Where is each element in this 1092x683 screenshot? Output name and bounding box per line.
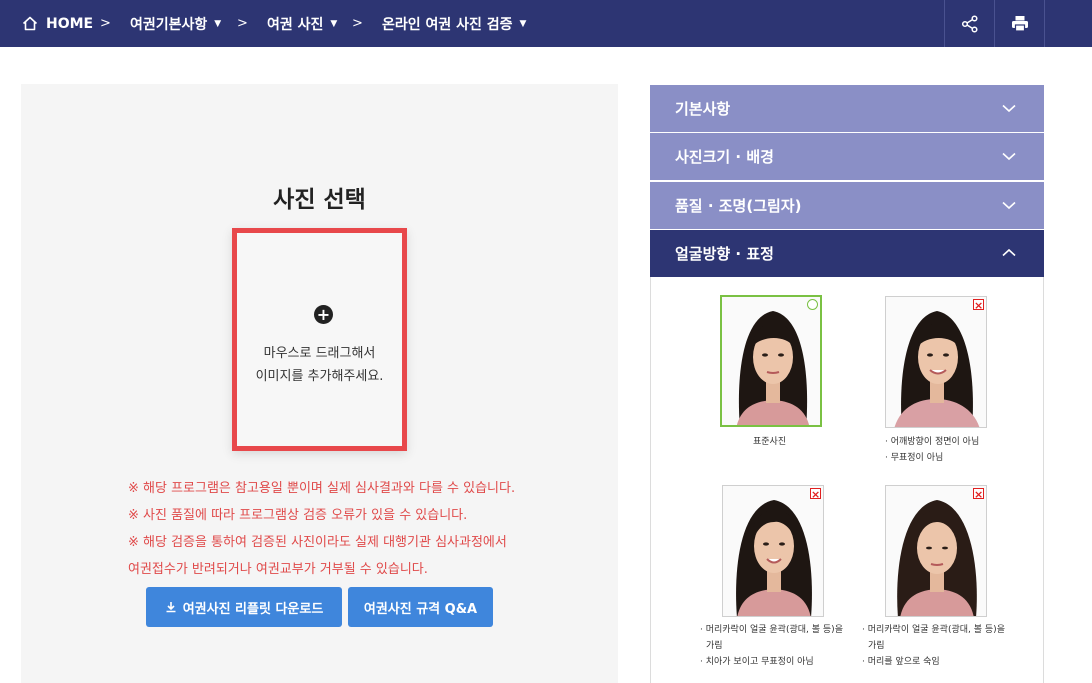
breadcrumb-label: 여권 사진 xyxy=(267,16,324,33)
accordion-quality-lighting[interactable]: 품질 · 조명(그림자) xyxy=(650,182,1044,229)
face-direction-panel: 표준사진 × · 어깨방향이 정면이 아님 · 무표정이 아님 × · 머리카락… xyxy=(650,277,1044,683)
top-navigation-bar: HOME > 여권기본사항 ▼ > 여권 사진 ▼ > 온라인 여권 사진 검증… xyxy=(0,0,1092,47)
caret-down-icon: ▼ xyxy=(214,18,222,29)
notice-text: ※ 해당 프로그램은 참고용일 뿐이며 실제 심사결과와 다를 수 있습니다. xyxy=(128,481,516,496)
portrait-image xyxy=(723,486,823,616)
example-caption: · 어깨방향이 정면이 아님 xyxy=(885,437,980,447)
chevron-up-icon xyxy=(1002,248,1016,257)
home-label: HOME xyxy=(46,15,94,32)
plus-circle-icon: + xyxy=(314,305,333,324)
toolbar-divider xyxy=(1044,0,1045,47)
breadcrumb-online-photo-check[interactable]: 온라인 여권 사진 검증 ▼ xyxy=(382,0,526,47)
leaflet-download-button[interactable]: 여권사진 리플릿 다운로드 xyxy=(146,587,342,627)
x-mark-icon: × xyxy=(973,299,984,312)
dropzone-instruction-line2: 이미지를 추가해주세요. xyxy=(255,369,384,384)
share-button[interactable] xyxy=(944,0,994,47)
example-caption: · 머리카락이 얼굴 윤곽(광대, 볼 등)을 xyxy=(862,625,1005,635)
accordion-label: 품질 · 조명(그림자) xyxy=(675,197,802,215)
caret-down-icon: ▼ xyxy=(330,18,338,29)
example-photo-hair-covers-face: × xyxy=(722,485,824,617)
example-caption: · 머리를 앞으로 숙임 xyxy=(862,657,940,667)
accordion-label: 얼굴방향 · 표정 xyxy=(675,245,774,263)
example-photo-head-tilted: × xyxy=(885,485,987,617)
chevron-down-icon xyxy=(1002,201,1016,210)
ok-circle-icon xyxy=(807,299,818,310)
x-mark-icon: × xyxy=(973,488,984,501)
chevron-down-icon xyxy=(1002,104,1016,113)
example-caption: · 무표정이 아님 xyxy=(885,453,944,463)
example-caption: · 치아가 보이고 무표정이 아님 xyxy=(700,657,814,667)
share-icon xyxy=(961,14,978,33)
notice-text: 여권접수가 반려되거나 여권교부가 거부될 수 있습니다. xyxy=(128,562,428,577)
accordion-basic-info[interactable]: 기본사항 xyxy=(650,85,1044,132)
breadcrumb-label: 여권기본사항 xyxy=(130,16,208,33)
notice-text: ※ 사진 품질에 따라 프로그램상 검증 오류가 있을 수 있습니다. xyxy=(128,508,468,523)
print-button[interactable] xyxy=(994,0,1044,47)
photo-qa-button[interactable]: 여권사진 규격 Q&A xyxy=(348,587,493,627)
home-icon xyxy=(22,16,38,31)
breadcrumb-passport-photo[interactable]: 여권 사진 ▼ xyxy=(267,0,337,47)
print-icon xyxy=(1011,16,1028,32)
example-caption: 표준사진 xyxy=(753,437,787,447)
photo-select-panel: 사진 선택 + 마우스로 드래그해서 이미지를 추가해주세요. ※ 해당 프로그… xyxy=(21,84,618,683)
breadcrumb-separator: > xyxy=(352,16,363,31)
example-caption: 가림 xyxy=(706,641,723,651)
breadcrumb-separator: > xyxy=(237,16,248,31)
breadcrumb-separator: > xyxy=(100,16,111,31)
caret-down-icon: ▼ xyxy=(519,18,527,29)
dropzone-instruction-line1: 마우스로 드래그해서 xyxy=(263,346,376,361)
photo-select-title: 사진 선택 xyxy=(273,187,366,213)
accordion-label: 기본사항 xyxy=(675,100,731,118)
example-caption: 가림 xyxy=(868,641,885,651)
example-photo-standard xyxy=(720,295,822,427)
x-mark-icon: × xyxy=(810,488,821,501)
example-photo-shoulder-not-front: × xyxy=(885,296,987,428)
download-button-label: 여권사진 리플릿 다운로드 xyxy=(182,601,324,617)
photo-dropzone[interactable]: + 마우스로 드래그해서 이미지를 추가해주세요. xyxy=(232,228,407,451)
accordion-face-direction-expression[interactable]: 얼굴방향 · 표정 xyxy=(650,230,1044,277)
breadcrumb-home[interactable]: HOME xyxy=(22,0,93,47)
portrait-image xyxy=(722,297,820,425)
qa-button-label: 여권사진 규격 Q&A xyxy=(363,601,478,617)
breadcrumb-label: 온라인 여권 사진 검증 xyxy=(382,16,513,33)
accordion-label: 사진크기 · 배경 xyxy=(675,148,774,166)
example-caption: · 머리카락이 얼굴 윤곽(광대, 볼 등)을 xyxy=(700,625,843,635)
download-icon xyxy=(166,602,176,613)
portrait-image xyxy=(886,486,986,616)
notice-text: ※ 해당 검증을 통하여 검증된 사진이라도 실제 대행기관 심사과정에서 xyxy=(128,535,507,550)
accordion-size-background[interactable]: 사진크기 · 배경 xyxy=(650,133,1044,180)
portrait-image xyxy=(886,297,986,427)
breadcrumb-passport-basics[interactable]: 여권기본사항 ▼ xyxy=(130,0,221,47)
chevron-down-icon xyxy=(1002,152,1016,161)
